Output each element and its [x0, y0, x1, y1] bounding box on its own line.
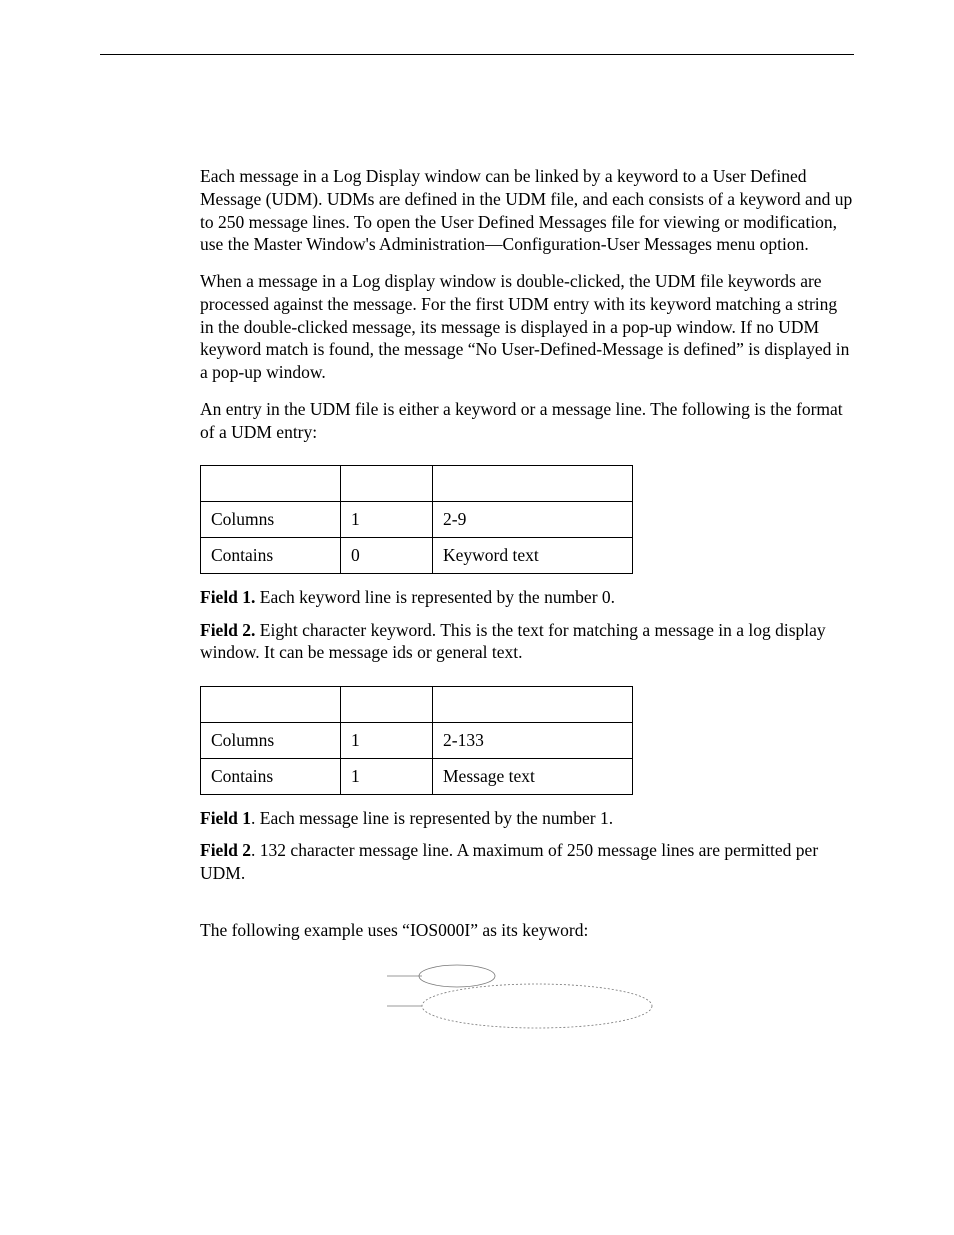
table-cell: 1: [341, 723, 433, 759]
message-format-table: Columns 1 2-133 Contains 1 Message text: [200, 686, 633, 795]
table-cell: 2-9: [433, 502, 633, 538]
field1-note-message: Field 1. Each message line is represente…: [200, 807, 854, 830]
field1-label: Field 1: [200, 808, 251, 828]
table-cell: Columns: [201, 502, 341, 538]
keyword-format-table: Columns 1 2-9 Contains 0 Keyword text: [200, 465, 633, 574]
example-lead: The following example uses “IOS000I” as …: [200, 919, 854, 942]
table-header-cell: [341, 466, 433, 502]
table-header-row: [201, 687, 633, 723]
field2-note-keyword: Field 2. Eight character keyword. This i…: [200, 619, 854, 665]
table-row: Columns 1 2-133: [201, 723, 633, 759]
field2-text: Eight character keyword. This is the tex…: [200, 620, 826, 663]
table-header-cell: [433, 466, 633, 502]
table-cell: 1: [341, 502, 433, 538]
field1-text: . Each message line is represented by th…: [251, 808, 613, 828]
field1-label: Field 1.: [200, 587, 255, 607]
table-header-row: [201, 466, 633, 502]
table-cell: Message text: [433, 758, 633, 794]
table-header-cell: [433, 687, 633, 723]
table-cell: Contains: [201, 538, 341, 574]
field1-note-keyword: Field 1. Each keyword line is represente…: [200, 586, 854, 609]
paragraph-1: Each message in a Log Display window can…: [200, 165, 854, 256]
field1-text: Each keyword line is represented by the …: [255, 587, 615, 607]
table-row: Contains 0 Keyword text: [201, 538, 633, 574]
table-cell: Columns: [201, 723, 341, 759]
field2-text: . 132 character message line. A maximum …: [200, 840, 818, 883]
table-cell: 1: [341, 758, 433, 794]
table-row: Columns 1 2-9: [201, 502, 633, 538]
content-area: Each message in a Log Display window can…: [200, 165, 854, 1046]
table-header-cell: [201, 466, 341, 502]
syntax-diagram: [367, 956, 687, 1046]
table-header-cell: [201, 687, 341, 723]
field2-label: Field 2: [200, 840, 251, 860]
table-row: Contains 1 Message text: [201, 758, 633, 794]
table-cell: Contains: [201, 758, 341, 794]
table-cell: 0: [341, 538, 433, 574]
table-header-cell: [341, 687, 433, 723]
table-cell: Keyword text: [433, 538, 633, 574]
field2-note-message: Field 2. 132 character message line. A m…: [200, 839, 854, 885]
table-cell: 2-133: [433, 723, 633, 759]
page: Each message in a Log Display window can…: [0, 0, 954, 1235]
field2-label: Field 2.: [200, 620, 255, 640]
paragraph-3: An entry in the UDM file is either a key…: [200, 398, 854, 444]
top-rule: [100, 54, 854, 55]
paragraph-2: When a message in a Log display window i…: [200, 270, 854, 384]
